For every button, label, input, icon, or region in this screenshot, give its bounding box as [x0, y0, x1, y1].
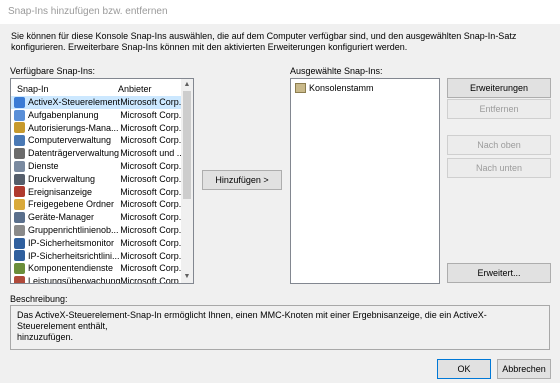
policy-icon: [14, 224, 25, 236]
snapin-name: Leistungsüberwachung: [28, 276, 121, 284]
column-header-vendor[interactable]: Anbieter: [118, 82, 152, 96]
snapin-vendor: Microsoft Corp...: [120, 276, 181, 284]
snapin-vendor: Microsoft und ...: [120, 148, 181, 159]
list-item[interactable]: Druckverwaltung Microsoft Corp...: [11, 173, 181, 186]
description-label: Beschreibung:: [10, 294, 68, 304]
snapin-name: Ereignisanzeige: [28, 186, 93, 197]
snapin-vendor: Microsoft Corp...: [120, 212, 181, 223]
description-line-2: hinzuzufügen.: [17, 332, 74, 342]
snapin-vendor: Microsoft Corp...: [120, 186, 181, 197]
available-snapins-rows: ActiveX-Steuerelement Microsoft Corp... Au…: [11, 96, 181, 284]
selected-snapins-label: Ausgewählte Snap-Ins:: [290, 66, 383, 76]
snapin-name: Dienste: [28, 160, 59, 171]
intro-line-2: konfigurieren. Erweiterbare Snap-Ins kön…: [11, 42, 408, 52]
list-item[interactable]: Computerverwaltung Microsoft Corp...: [11, 134, 181, 147]
snapin-vendor: Microsoft Corp...: [120, 250, 181, 261]
computer-icon: [14, 135, 25, 147]
intro-line-1: Sie können für diese Konsole Snap-Ins au…: [11, 31, 517, 41]
column-header-snapin[interactable]: Snap-In: [17, 82, 49, 96]
snapin-name: IP-Sicherheitsmonitor: [28, 237, 115, 248]
snapin-name: Freigegebene Ordner: [28, 199, 115, 210]
window-title: Snap-Ins hinzufügen bzw. entfernen: [8, 6, 168, 17]
snapin-vendor: Microsoft Corp...: [120, 237, 181, 248]
device-manager-icon: [14, 212, 25, 224]
list-item[interactable]: Dienste Microsoft Corp...: [11, 160, 181, 173]
list-item[interactable]: Autorisierungs-Mana... Microsoft Corp...: [11, 122, 181, 135]
event-viewer-icon: [14, 186, 25, 198]
snapin-name: Druckverwaltung: [28, 173, 96, 184]
list-item[interactable]: Gruppenrichtlinienob... Microsoft Corp...: [11, 224, 181, 237]
snapin-name: ActiveX-Steuerelement: [28, 97, 121, 107]
snapin-name: IP-Sicherheitsrichtlini...: [28, 250, 120, 261]
add-button[interactable]: Hinzufügen >: [202, 170, 282, 190]
scrollbar-thumb[interactable]: [183, 91, 191, 199]
snapin-vendor: Microsoft Corp...: [120, 263, 181, 274]
list-item[interactable]: IP-Sicherheitsrichtlini... Microsoft Corp…: [11, 250, 181, 263]
snapin-vendor: Microsoft Corp...: [120, 109, 181, 120]
list-item[interactable]: Aufgabenplanung Microsoft Corp...: [11, 109, 181, 122]
list-item[interactable]: Datenträgerverwaltung Microsoft und ...: [11, 147, 181, 160]
printer-icon: [14, 173, 25, 185]
list-item[interactable]: Ereignisanzeige Microsoft Corp...: [11, 186, 181, 199]
snapin-vendor: Microsoft Corp...: [120, 160, 181, 171]
move-down-button[interactable]: Nach unten: [447, 158, 551, 178]
list-scrollbar[interactable]: ▲ ▼: [181, 79, 193, 283]
shield-icon: [14, 250, 25, 262]
list-item[interactable]: Komponentendienste Microsoft Corp...: [11, 262, 181, 275]
snapin-name: Computerverwaltung: [28, 135, 112, 146]
ok-button[interactable]: OK: [437, 359, 491, 379]
scroll-up-icon[interactable]: ▲: [181, 80, 193, 90]
snapin-name: Komponentendienste: [28, 263, 114, 274]
activex-icon: [14, 96, 25, 108]
selected-snapins-list[interactable]: Konsolenstamm: [290, 78, 440, 284]
description-line-1: Das ActiveX-Steuerelement-Snap-In ermögl…: [17, 310, 487, 331]
snapin-vendor: Microsoft Corp...: [120, 199, 181, 210]
snapin-name: Gruppenrichtlinienob...: [28, 224, 119, 235]
edit-extensions-button[interactable]: Erweiterungen bearbeiten...: [447, 78, 551, 111]
snapin-vendor: Microsoft Corp...: [120, 224, 181, 235]
snapin-name: Geräte-Manager: [28, 212, 95, 223]
description-box: Das ActiveX-Steuerelement-Snap-In ermögl…: [10, 305, 550, 350]
intro-text: Sie können für diese Konsole Snap-Ins au…: [11, 31, 551, 53]
cancel-button[interactable]: Abbrechen: [497, 359, 551, 379]
folder-icon: [295, 82, 306, 93]
clock-icon: [14, 109, 25, 121]
snapin-name: Datenträgerverwaltung: [28, 148, 120, 159]
available-snapins-label: Verfügbare Snap-Ins:: [10, 66, 96, 76]
snapin-vendor: Microsoft Corp...: [120, 122, 181, 133]
list-item[interactable]: Geräte-Manager Microsoft Corp...: [11, 211, 181, 224]
list-item[interactable]: ActiveX-Steuerelement Microsoft Corp...: [11, 96, 181, 109]
gear-icon: [14, 160, 25, 172]
list-item[interactable]: Leistungsüberwachung Microsoft Corp...: [11, 275, 181, 284]
scroll-down-icon[interactable]: ▼: [181, 272, 193, 282]
snapin-vendor: Microsoft Corp...: [120, 97, 181, 107]
snapin-vendor: Microsoft Corp...: [120, 135, 181, 146]
move-up-button[interactable]: Nach oben: [447, 135, 551, 155]
advanced-button[interactable]: Erweitert...: [447, 263, 551, 283]
snapin-name: Autorisierungs-Mana...: [28, 122, 119, 133]
component-icon: [14, 263, 25, 275]
snapin-vendor: Microsoft Corp...: [120, 173, 181, 184]
list-item[interactable]: IP-Sicherheitsmonitor Microsoft Corp...: [11, 237, 181, 250]
remove-button[interactable]: Entfernen: [447, 99, 551, 119]
title-bar: Snap-Ins hinzufügen bzw. entfernen: [0, 0, 560, 24]
monitor-icon: [14, 237, 25, 249]
snapin-name: Aufgabenplanung: [28, 109, 99, 120]
available-snapins-list[interactable]: Snap-In Anbieter ActiveX-Steuerelement Mi…: [10, 78, 194, 284]
key-icon: [14, 122, 25, 134]
list-item[interactable]: Freigegebene Ordner Microsoft Corp...: [11, 198, 181, 211]
performance-icon: [14, 276, 25, 283]
disk-icon: [14, 148, 25, 160]
selected-item-label: Konsolenstamm: [309, 82, 374, 93]
selected-item-console-root[interactable]: Konsolenstamm: [295, 81, 374, 94]
folder-icon: [14, 199, 25, 211]
